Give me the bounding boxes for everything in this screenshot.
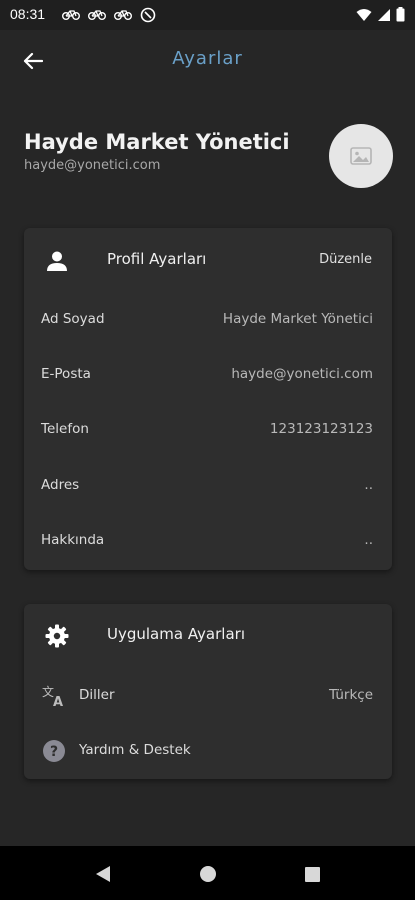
row-label: Adres <box>41 477 80 493</box>
gear-icon <box>44 623 70 649</box>
wifi-icon <box>356 8 372 21</box>
help-support-row[interactable]: ? Yardım & Destek <box>24 735 392 767</box>
app-settings-card: Uygulama Ayarları 文 A Diller Türkçe ? Ya… <box>24 604 392 779</box>
page-title: Ayarlar <box>172 48 243 69</box>
recents-square-icon[interactable] <box>301 863 323 885</box>
avatar[interactable] <box>329 124 393 188</box>
translate-icon: 文 A <box>41 683 67 709</box>
profile-settings-title: Profil Ayarları <box>107 250 207 268</box>
row-label: Telefon <box>41 421 89 437</box>
row-label: Ad Soyad <box>41 311 105 327</box>
row-label: E-Posta <box>41 366 91 382</box>
home-circle-icon[interactable] <box>197 863 219 885</box>
app-settings-header: Uygulama Ayarları <box>24 604 392 668</box>
signal-icon <box>378 8 390 21</box>
row-value: .. <box>364 477 373 493</box>
status-time: 08:31 <box>10 6 46 22</box>
profile-row-email: E-Posta hayde@yonetici.com <box>24 361 392 389</box>
edit-button[interactable]: Düzenle <box>319 252 372 267</box>
bike-icon <box>62 10 80 20</box>
status-bar: 08:31 <box>0 0 415 30</box>
svg-text:A: A <box>53 695 63 708</box>
profile-row-name: Ad Soyad Hayde Market Yönetici <box>24 306 392 334</box>
profile-email: hayde@yonetici.com <box>24 158 161 173</box>
profile-settings-header: Profil Ayarları Düzenle <box>24 228 392 292</box>
row-label: Hakkında <box>41 532 105 548</box>
svg-text:?: ? <box>50 744 58 760</box>
profile-row-about: Hakkında .. <box>24 527 392 555</box>
row-value: hayde@yonetici.com <box>231 366 373 382</box>
profile-header: Hayde Market Yönetici hayde@yonetici.com <box>24 130 324 173</box>
language-value: Türkçe <box>328 687 373 703</box>
row-value: Hayde Market Yönetici <box>222 311 373 327</box>
language-label: Diller <box>79 687 115 703</box>
row-value: .. <box>364 532 373 548</box>
profile-name: Hayde Market Yönetici <box>24 130 290 154</box>
profile-row-phone: Telefon 123123123123 <box>24 416 392 444</box>
row-value: 123123123123 <box>269 421 373 437</box>
battery-icon <box>396 7 405 22</box>
bike-icon <box>114 10 132 20</box>
profile-settings-card: Profil Ayarları Düzenle Ad Soyad Hayde M… <box>24 228 392 570</box>
app-bar: Ayarlar <box>0 30 415 90</box>
image-placeholder-icon <box>350 147 372 165</box>
app-settings-title: Uygulama Ayarları <box>107 625 245 643</box>
help-icon: ? <box>41 738 67 764</box>
status-system-icons <box>356 7 405 22</box>
profile-row-address: Adres .. <box>24 472 392 500</box>
bike-icon <box>88 10 106 20</box>
help-support-label: Yardım & Destek <box>79 742 191 758</box>
status-notification-icons <box>62 7 156 23</box>
system-nav-bar <box>0 846 415 900</box>
back-triangle-icon[interactable] <box>92 863 114 885</box>
person-icon <box>44 248 70 274</box>
language-row[interactable]: 文 A Diller Türkçe <box>24 680 392 712</box>
no-disturb-icon <box>140 7 156 23</box>
